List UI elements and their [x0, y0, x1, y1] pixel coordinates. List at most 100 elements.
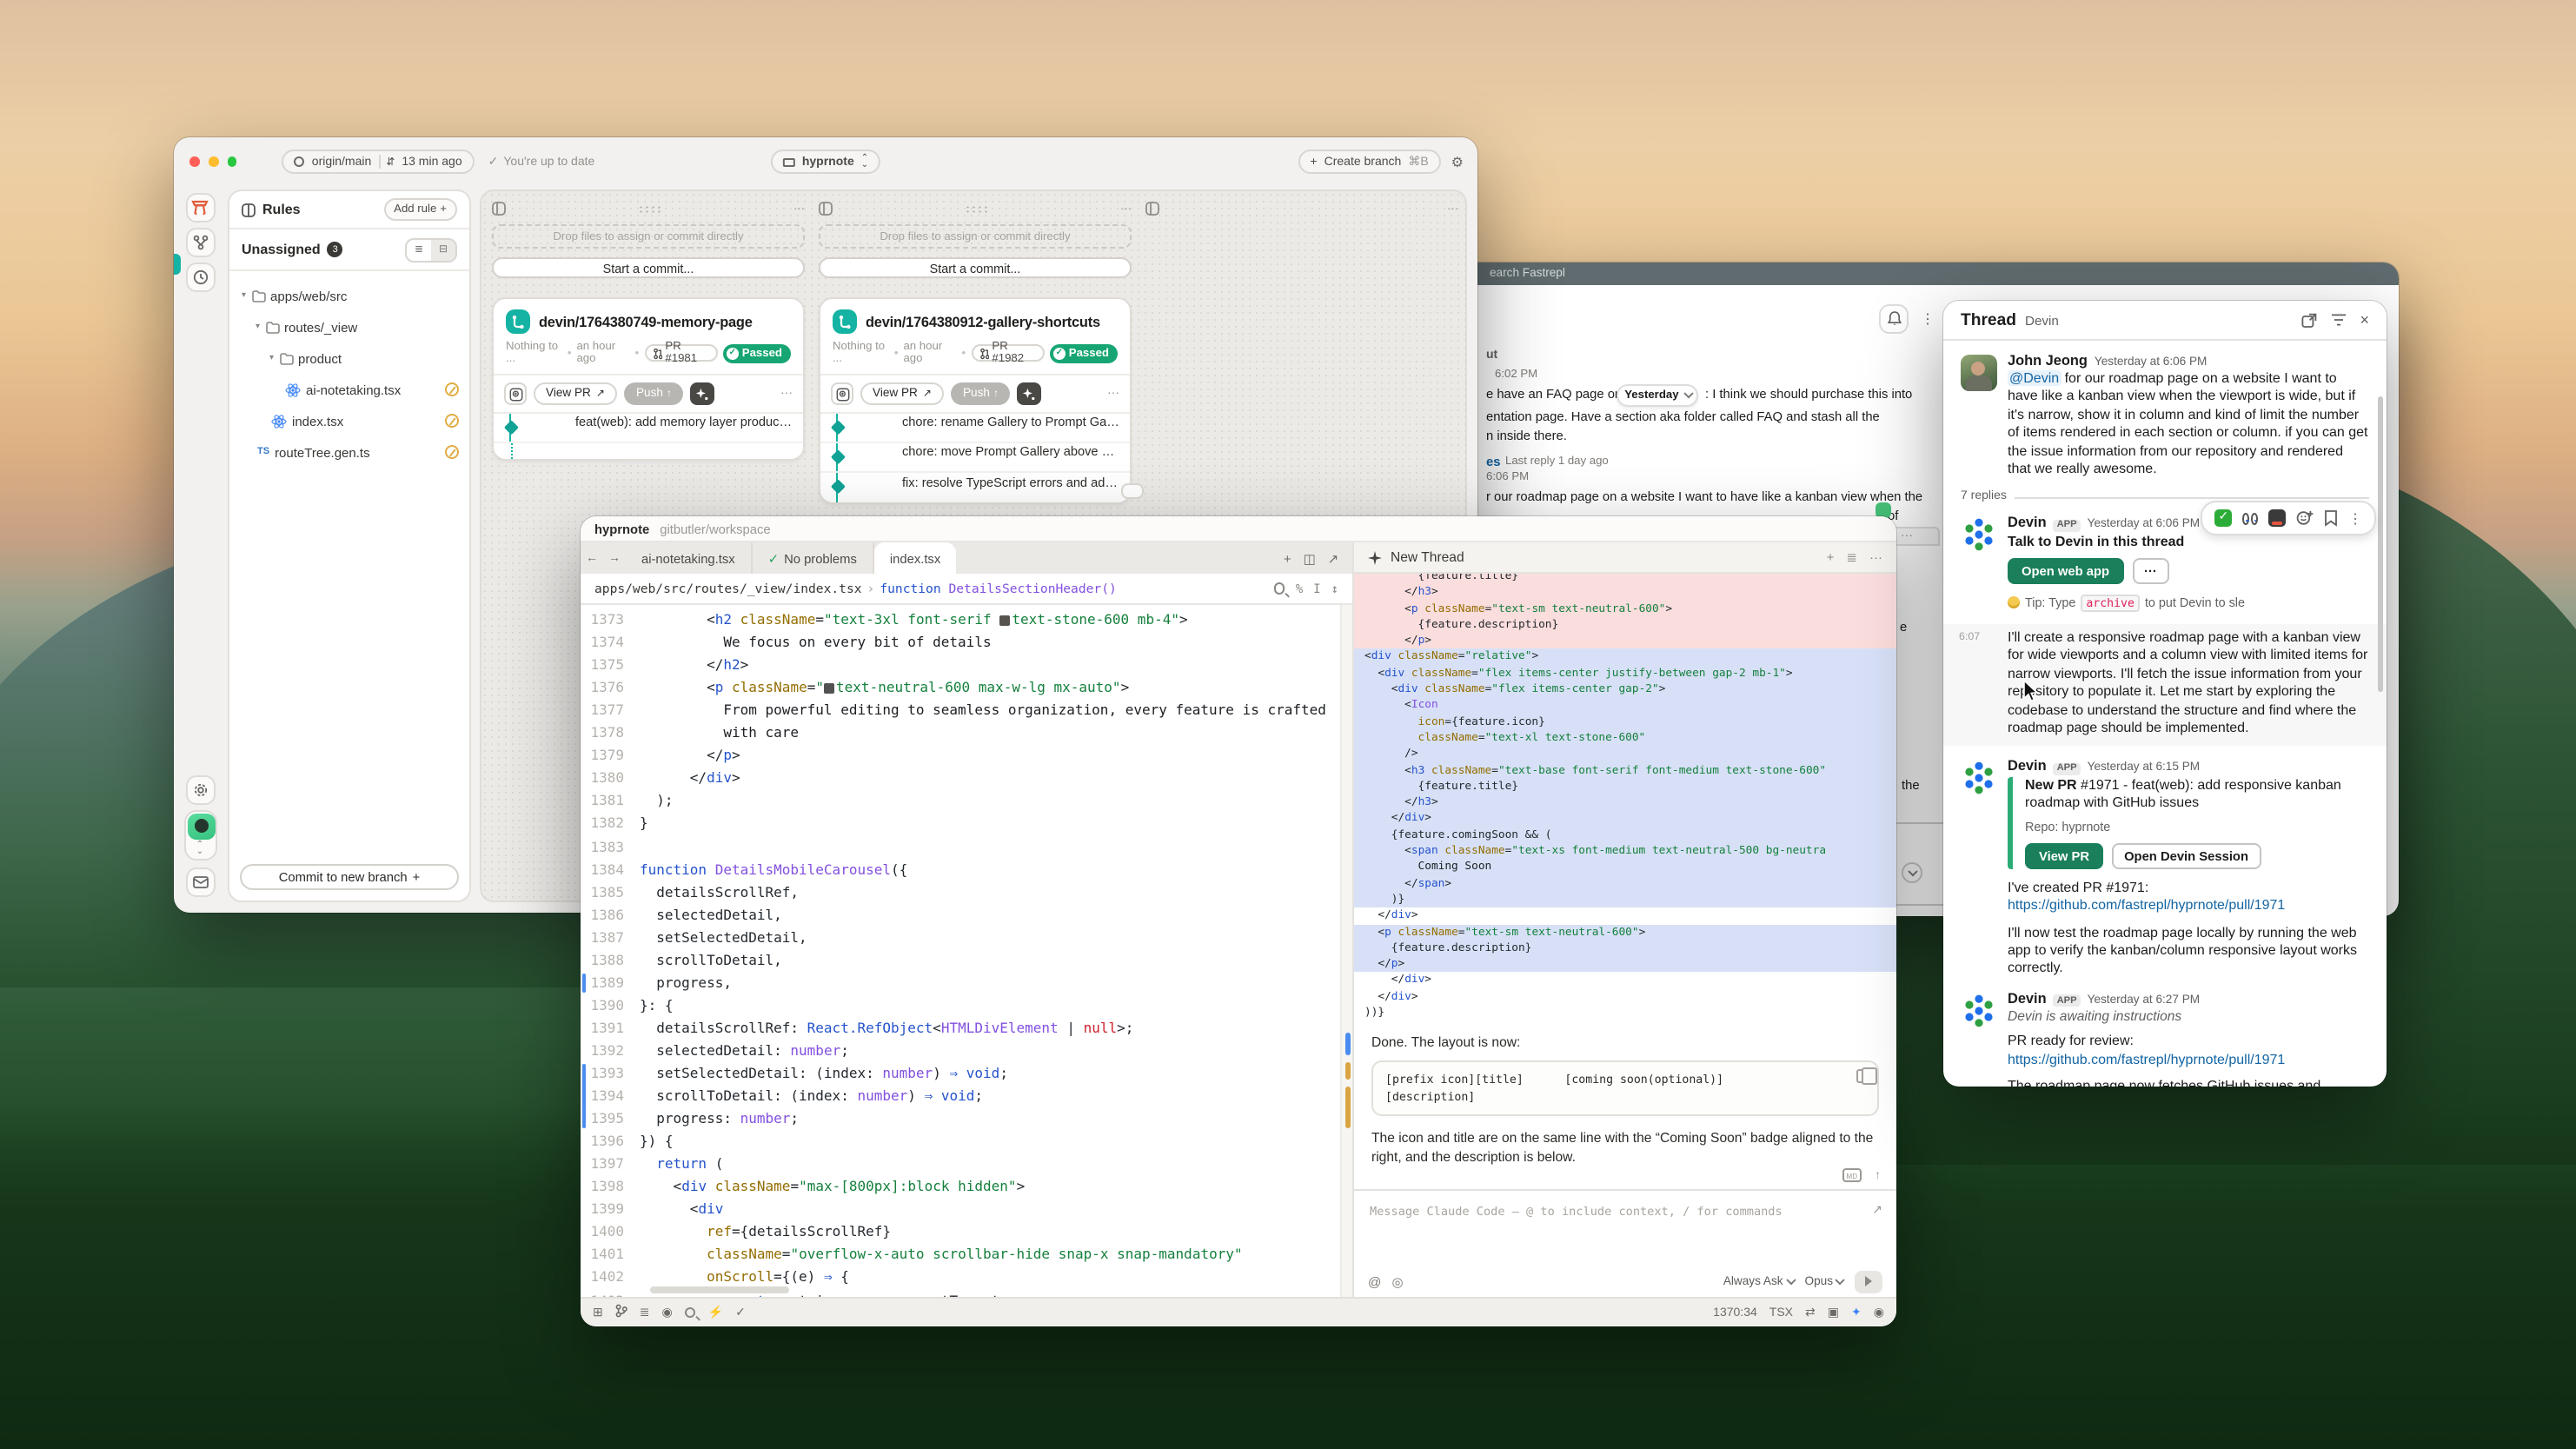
- expand-button[interactable]: ↗: [1328, 550, 1338, 566]
- author-name[interactable]: Devin: [2008, 990, 2047, 1006]
- avatar[interactable]: [1961, 355, 1997, 391]
- scroll-down-button[interactable]: [1902, 862, 1922, 883]
- view-pr-button[interactable]: View PR: [2025, 842, 2103, 868]
- branches-tab-button[interactable]: [185, 228, 215, 257]
- pr-pill[interactable]: PR #1981: [644, 344, 718, 362]
- mention-icon[interactable]: @: [1368, 1273, 1381, 1289]
- traffic-lights[interactable]: [189, 156, 237, 167]
- timestamp[interactable]: Yesterday at 6:06 PM: [2095, 356, 2208, 369]
- new-thread-button[interactable]: +: [1827, 549, 1835, 565]
- fold-icon[interactable]: ⇄: [1805, 1306, 1816, 1319]
- view-pr-button[interactable]: View PR↗: [860, 382, 944, 405]
- tab-no-problems[interactable]: ✓No problems: [753, 542, 874, 574]
- sort-icon[interactable]: ↕: [1331, 582, 1338, 595]
- commit-to-new-branch-button[interactable]: Commit to new branch+: [240, 864, 459, 890]
- code-scrollbar[interactable]: [1340, 605, 1352, 1297]
- tab-ai-notetaking-tsx[interactable]: ai-notetaking.tsx: [626, 542, 753, 574]
- commit-row[interactable]: feat(web): add memory layer product page: [494, 414, 803, 443]
- commit-row[interactable]: chore: rename Gallery to Prompt Gallery …: [820, 414, 1130, 443]
- ci-status-badge[interactable]: ✓Passed: [1050, 343, 1118, 362]
- preview-button[interactable]: [504, 382, 527, 405]
- drop-zone[interactable]: Drop files to assign or commit directly: [492, 224, 805, 249]
- push-button[interactable]: Push↑: [951, 382, 1011, 405]
- thread-scrollbar[interactable]: [2377, 396, 2383, 692]
- tab-index-tsx[interactable]: index.tsx: [874, 542, 956, 575]
- ci-status-badge[interactable]: ✓Passed: [723, 343, 791, 362]
- collab-icon[interactable]: ◉: [662, 1306, 673, 1319]
- lane-collapse-icon[interactable]: [1145, 202, 1159, 216]
- lane-collapse-icon[interactable]: [819, 202, 833, 216]
- more-options-icon[interactable]: ⋮: [1921, 311, 1935, 327]
- open-web-app-button[interactable]: Open web app: [2008, 558, 2123, 584]
- feedback-button[interactable]: [185, 867, 215, 897]
- project-switcher[interactable]: hyprnote ⌃⌄: [771, 150, 880, 174]
- tree-item-product[interactable]: ▾product: [229, 342, 469, 374]
- close-window-button[interactable]: [189, 156, 200, 167]
- tree-item-routetree-gen-ts[interactable]: TSrouteTree.gen.ts: [229, 436, 469, 468]
- author-name[interactable]: Devin: [2008, 515, 2047, 531]
- minimize-window-button[interactable]: [209, 156, 219, 167]
- zoom-window-button[interactable]: [227, 156, 237, 167]
- panel-layout-icon[interactable]: ⊞: [593, 1306, 603, 1319]
- avatar[interactable]: [1961, 992, 1997, 1028]
- filter-icon[interactable]: [2330, 313, 2346, 327]
- history-tab-button[interactable]: [185, 263, 215, 292]
- checks-icon[interactable]: ✓: [735, 1306, 746, 1319]
- more-actions-button[interactable]: ···: [2132, 558, 2169, 584]
- cursor-icon[interactable]: I: [1313, 582, 1320, 595]
- lane-menu-icon[interactable]: ···: [1120, 203, 1132, 215]
- assistant-input[interactable]: Message Claude Code — @ to include conte…: [1354, 1189, 1896, 1266]
- markdown-icon[interactable]: MD: [1843, 1168, 1861, 1182]
- ai-actions-button[interactable]: [691, 382, 715, 405]
- nav-forward-button[interactable]: →: [603, 542, 626, 574]
- timestamp[interactable]: Yesterday at 6:27 PM: [2088, 994, 2201, 1006]
- avatar[interactable]: [1961, 761, 1997, 797]
- user-menu[interactable]: ⌃⌄: [183, 810, 216, 861]
- upstream-branch-pill[interactable]: origin/main ⇵ 13 min ago: [282, 150, 475, 174]
- tree-item-apps-web-src[interactable]: ▾apps/web/src: [229, 280, 469, 311]
- slack-search-bar[interactable]: earch Fastrepl: [1391, 263, 2399, 285]
- drop-zone[interactable]: Drop files to assign or commit directly: [819, 224, 1132, 249]
- branch-name[interactable]: devin/1764380749-memory-page: [539, 314, 753, 329]
- context-icon[interactable]: ◎: [1391, 1273, 1403, 1289]
- model-select[interactable]: Opus: [1805, 1275, 1842, 1287]
- branch-name[interactable]: devin/1764380912-gallery-shortcuts: [866, 314, 1100, 329]
- lanes-scrollbar-thumb[interactable]: [1121, 483, 1144, 499]
- pr-pill[interactable]: PR #1982: [971, 344, 1045, 362]
- tree-item-ai-notetaking-tsx[interactable]: ai-notetaking.tsx: [229, 374, 469, 405]
- send-button[interactable]: [1855, 1270, 1882, 1293]
- yesterday-divider-pill[interactable]: Yesterday: [1617, 383, 1698, 406]
- branch-icon[interactable]: [615, 1304, 627, 1321]
- tree-view-button[interactable]: ⊟: [431, 239, 455, 260]
- push-button[interactable]: Push↑: [624, 382, 684, 405]
- author-name[interactable]: John Jeong: [2008, 353, 2088, 369]
- custom-reaction-icon[interactable]: [2268, 510, 2286, 528]
- view-pr-button[interactable]: View PR↗: [534, 382, 617, 405]
- notifications-icon[interactable]: ◉: [1874, 1306, 1884, 1319]
- timestamp[interactable]: Yesterday at 6:15 PM: [2088, 762, 2201, 774]
- mention[interactable]: @Devin: [2008, 370, 2061, 386]
- view-toggle[interactable]: ≣ ⊟: [405, 237, 457, 262]
- lane-menu-icon[interactable]: ···: [793, 203, 805, 215]
- pr-link[interactable]: https://github.com/fastrepl/hyprnote/pul…: [2008, 897, 2369, 915]
- popout-icon[interactable]: [2300, 312, 2316, 328]
- card-menu-icon[interactable]: ···: [1107, 388, 1119, 400]
- ai-actions-button[interactable]: [1018, 382, 1042, 405]
- settings-button[interactable]: [185, 775, 215, 805]
- breadcrumb[interactable]: apps/web/src/routes/_view/index.tsx › fu…: [581, 574, 1352, 605]
- language-mode[interactable]: TSX: [1769, 1306, 1793, 1319]
- timestamp[interactable]: Yesterday at 6:06 PM: [2088, 519, 2201, 531]
- reaction-toolbar[interactable]: ✓ ⋮: [2201, 502, 2376, 536]
- start-commit-button[interactable]: Start a commit...: [492, 257, 805, 278]
- check-reaction-icon[interactable]: ✓: [2214, 510, 2232, 528]
- cursor-position[interactable]: 1370:34: [1713, 1306, 1757, 1319]
- thread-list-button[interactable]: ≣: [1846, 549, 1857, 565]
- list-view-button[interactable]: ≣: [407, 239, 431, 260]
- commit-row[interactable]: fix: resolve TypeScript errors and add r…: [820, 473, 1130, 502]
- lane-menu-icon[interactable]: ···: [1447, 203, 1458, 215]
- search-icon[interactable]: [1274, 583, 1285, 595]
- scroll-up-icon[interactable]: ↑: [1875, 1169, 1881, 1181]
- search-icon[interactable]: [685, 1307, 696, 1319]
- create-branch-button[interactable]: +Create branch⌘B: [1298, 150, 1440, 174]
- author-name[interactable]: Devin: [2008, 759, 2047, 774]
